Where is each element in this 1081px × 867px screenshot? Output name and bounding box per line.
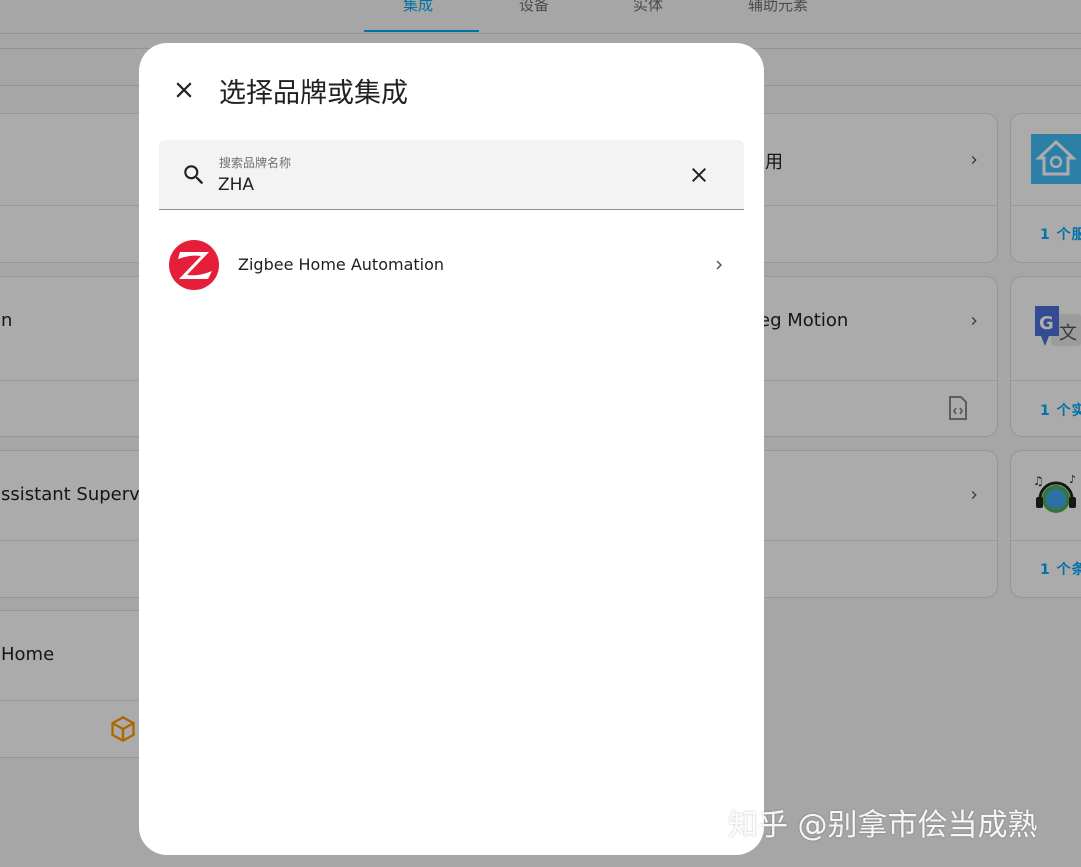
close-icon (176, 82, 192, 98)
clear-search-button[interactable] (685, 161, 713, 189)
search-icon (184, 165, 204, 185)
search-field-label: 搜索品牌名称 (219, 156, 292, 170)
result-item-zigbee-home-automation[interactable]: Zigbee Home Automation (139, 231, 764, 299)
result-label: Zigbee Home Automation (238, 255, 445, 274)
brand-search-field[interactable]: 搜索品牌名称 (159, 140, 744, 210)
close-dialog-button[interactable] (167, 73, 201, 107)
brand-picker-dialog: 选择品牌或集成 搜索品牌名称 Zigbee Home Automation (139, 43, 764, 855)
watermark: 知乎 @别拿市侩当成熟 (728, 808, 1038, 843)
close-icon (692, 168, 706, 182)
dialog-title: 选择品牌或集成 (219, 78, 408, 109)
search-input[interactable] (218, 173, 658, 197)
zigbee-logo-icon (169, 240, 219, 290)
chevron-right-icon (716, 260, 722, 270)
